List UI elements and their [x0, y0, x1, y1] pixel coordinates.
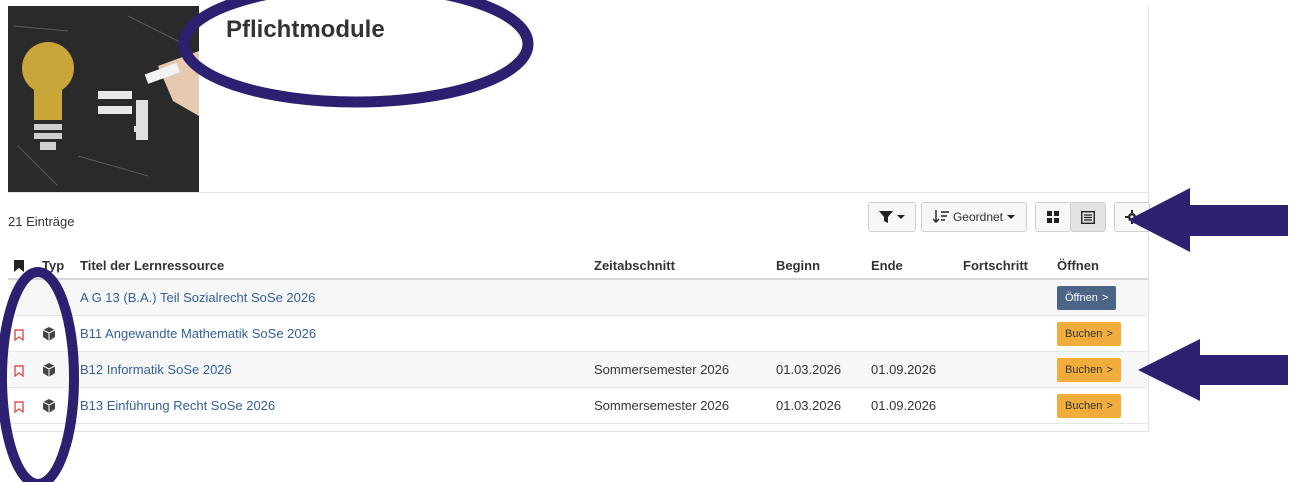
- entry-count: 21 Einträge: [8, 214, 75, 229]
- book-button-label: Buchen: [1065, 399, 1103, 412]
- type-cell: [36, 279, 74, 316]
- column-header-progress[interactable]: Fortschritt: [957, 252, 1051, 280]
- end-cell: 01.09.2026: [865, 351, 957, 388]
- chevron-right-icon: >: [1106, 363, 1113, 376]
- end-cell: [865, 279, 957, 316]
- chevron-right-icon: >: [1106, 399, 1113, 412]
- bookmark-cell[interactable]: [8, 279, 36, 316]
- progress-cell: [957, 279, 1051, 316]
- open-button-label: Öffnen: [1065, 291, 1098, 304]
- page-title: Pflichtmodule: [226, 16, 385, 43]
- chevron-right-icon: >: [1106, 327, 1113, 340]
- resource-title-link[interactable]: A G 13 (B.A.) Teil Sozialrecht SoSe 2026: [80, 290, 315, 305]
- progress-cell: [957, 315, 1051, 352]
- progress-cell: [957, 351, 1051, 388]
- table-header: Typ Titel der Lernressource Zeitabschnit…: [8, 252, 1148, 280]
- tile-view-button[interactable]: [1035, 202, 1071, 232]
- book-button-label: Buchen: [1065, 363, 1103, 376]
- column-header-period[interactable]: Zeitabschnitt: [588, 252, 770, 280]
- book-button-label: Buchen: [1065, 327, 1103, 340]
- type-cell: [36, 351, 74, 388]
- start-cell: [770, 315, 865, 352]
- start-cell: 01.03.2026: [770, 351, 865, 388]
- bookmark-outline-icon[interactable]: [14, 328, 24, 341]
- cube-icon: [42, 399, 56, 414]
- column-header-start[interactable]: Beginn: [770, 252, 865, 280]
- sort-label: Geordnet: [952, 210, 1004, 224]
- bookmark-outline-icon[interactable]: [14, 364, 24, 377]
- resource-table: Typ Titel der Lernressource Zeitabschnit…: [8, 252, 1148, 424]
- annotation-arrow: [1138, 339, 1288, 401]
- period-cell: Sommersemester 2026: [588, 387, 770, 424]
- module-header: Pflichtmodule: [8, 6, 1148, 193]
- book-button[interactable]: Buchen >: [1057, 393, 1121, 418]
- column-header-end[interactable]: Ende: [865, 252, 957, 280]
- caret-down-icon: [1007, 215, 1016, 219]
- sort-button[interactable]: Geordnet: [921, 202, 1027, 232]
- resource-title-link[interactable]: B11 Angewandte Mathematik SoSe 2026: [80, 326, 316, 341]
- cube-icon: [42, 327, 56, 342]
- resource-title-link[interactable]: B13 Einführung Recht SoSe 2026: [80, 398, 275, 413]
- period-cell: [588, 279, 770, 316]
- content-panel: Pflichtmodule 21 Einträge Geordnet Typ T…: [8, 6, 1150, 432]
- caret-down-icon: [897, 215, 905, 219]
- progress-cell: [957, 387, 1051, 424]
- start-cell: 01.03.2026: [770, 387, 865, 424]
- table-row: B11 Angewandte Mathematik SoSe 2026 Buch…: [8, 315, 1148, 352]
- book-button[interactable]: Buchen >: [1057, 357, 1121, 382]
- book-button[interactable]: Buchen >: [1057, 321, 1121, 346]
- cube-icon: [42, 363, 56, 378]
- table-row: A G 13 (B.A.) Teil Sozialrecht SoSe 2026…: [8, 279, 1148, 316]
- column-header-type[interactable]: Typ: [36, 252, 74, 280]
- resource-title-link[interactable]: B12 Informatik SoSe 2026: [80, 362, 232, 377]
- toolbar: 21 Einträge Geordnet: [8, 192, 1150, 256]
- type-cell: [36, 387, 74, 424]
- period-cell: Sommersemester 2026: [588, 351, 770, 388]
- list-icon: [1081, 210, 1095, 224]
- chevron-right-icon: >: [1101, 291, 1109, 304]
- filter-icon: [879, 211, 893, 223]
- end-cell: 01.09.2026: [865, 387, 957, 424]
- grid-icon: [1046, 210, 1059, 223]
- open-button[interactable]: Öffnen >: [1057, 285, 1117, 310]
- end-cell: [865, 315, 957, 352]
- bookmark-cell[interactable]: [8, 387, 36, 424]
- bookmark-cell[interactable]: [8, 351, 36, 388]
- sort-icon: [932, 210, 949, 223]
- filter-button[interactable]: [868, 202, 916, 232]
- lightbulb-image: [8, 6, 199, 192]
- bookmark-icon: [14, 260, 24, 273]
- list-view-button[interactable]: [1070, 202, 1106, 232]
- bookmark-cell[interactable]: [8, 315, 36, 352]
- type-cell: [36, 315, 74, 352]
- bookmark-outline-icon[interactable]: [14, 400, 24, 413]
- period-cell: [588, 315, 770, 352]
- table-row: B13 Einführung Recht SoSe 2026 Sommersem…: [8, 387, 1148, 424]
- gear-icon: [1125, 210, 1139, 224]
- table-row: B12 Informatik SoSe 2026 Sommersemester …: [8, 351, 1148, 388]
- settings-button[interactable]: [1114, 202, 1150, 232]
- column-header-title[interactable]: Titel der Lernressource: [74, 252, 588, 280]
- bookmark-column-header[interactable]: [8, 252, 36, 280]
- annotation-arrow: [1128, 188, 1288, 252]
- start-cell: [770, 279, 865, 316]
- column-header-open: Öffnen: [1051, 252, 1148, 280]
